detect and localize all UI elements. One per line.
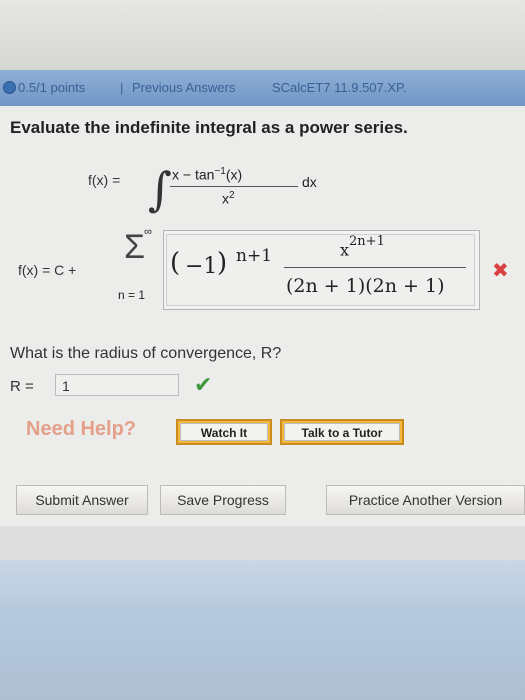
differential: dx — [302, 174, 317, 190]
page-background-lower — [0, 560, 525, 700]
radius-label: R = — [10, 378, 34, 395]
points-label: 0.5/1 points — [18, 80, 86, 95]
watch-it-label: Watch It — [180, 423, 268, 441]
function-label: f(x) = — [88, 172, 121, 188]
need-help-label: Need Help? — [26, 418, 137, 440]
question-panel — [0, 106, 525, 526]
status-dot-icon — [3, 81, 16, 94]
radius-prompt: What is the radius of convergence, R? — [10, 345, 282, 362]
sigma-lower-limit: n = 1 — [118, 288, 146, 302]
term-denominator: (2n + 1)(2n + 1) — [286, 275, 445, 297]
series-factor: −1 — [185, 254, 218, 279]
fraction-bar — [170, 186, 298, 187]
watch-it-button[interactable]: Watch It — [176, 419, 272, 445]
problem-id: SCalcET7 11.9.507.XP. — [272, 80, 407, 95]
incorrect-x-icon: ✖ — [492, 260, 509, 282]
right-paren: ) — [217, 248, 228, 278]
header-separator: | — [120, 80, 124, 95]
term-numerator: x2n+1 — [340, 234, 385, 260]
integrand-denominator: x2 — [222, 190, 235, 207]
sigma-upper-limit: ∞ — [144, 226, 152, 238]
submit-answer-button[interactable]: Submit Answer — [16, 485, 148, 515]
radius-input[interactable]: 1 — [55, 374, 179, 396]
talk-to-tutor-label: Talk to a Tutor — [284, 423, 400, 441]
talk-to-tutor-button[interactable]: Talk to a Tutor — [280, 419, 404, 445]
panel-footer — [0, 526, 525, 560]
term-fraction-bar — [284, 267, 466, 268]
integrand-numerator: x − tan−1(x) — [172, 166, 243, 183]
series-factor-exponent: n+1 — [236, 246, 273, 266]
previous-answers-link[interactable]: Previous Answers — [132, 80, 235, 95]
practice-another-version-button[interactable]: Practice Another Version — [326, 485, 525, 515]
integral-sign-icon: ∫ — [148, 162, 172, 216]
save-progress-button[interactable]: Save Progress — [160, 485, 286, 515]
left-paren: ( — [170, 248, 181, 278]
series-lhs: f(x) = C + — [18, 262, 77, 278]
correct-check-icon: ✔ — [194, 372, 213, 397]
sigma-icon: Σ — [124, 228, 146, 266]
top-margin — [0, 0, 525, 70]
question-header: 0.5/1 points | Previous Answers SCalcET7… — [0, 70, 525, 106]
question-prompt: Evaluate the indefinite integral as a po… — [10, 118, 408, 137]
